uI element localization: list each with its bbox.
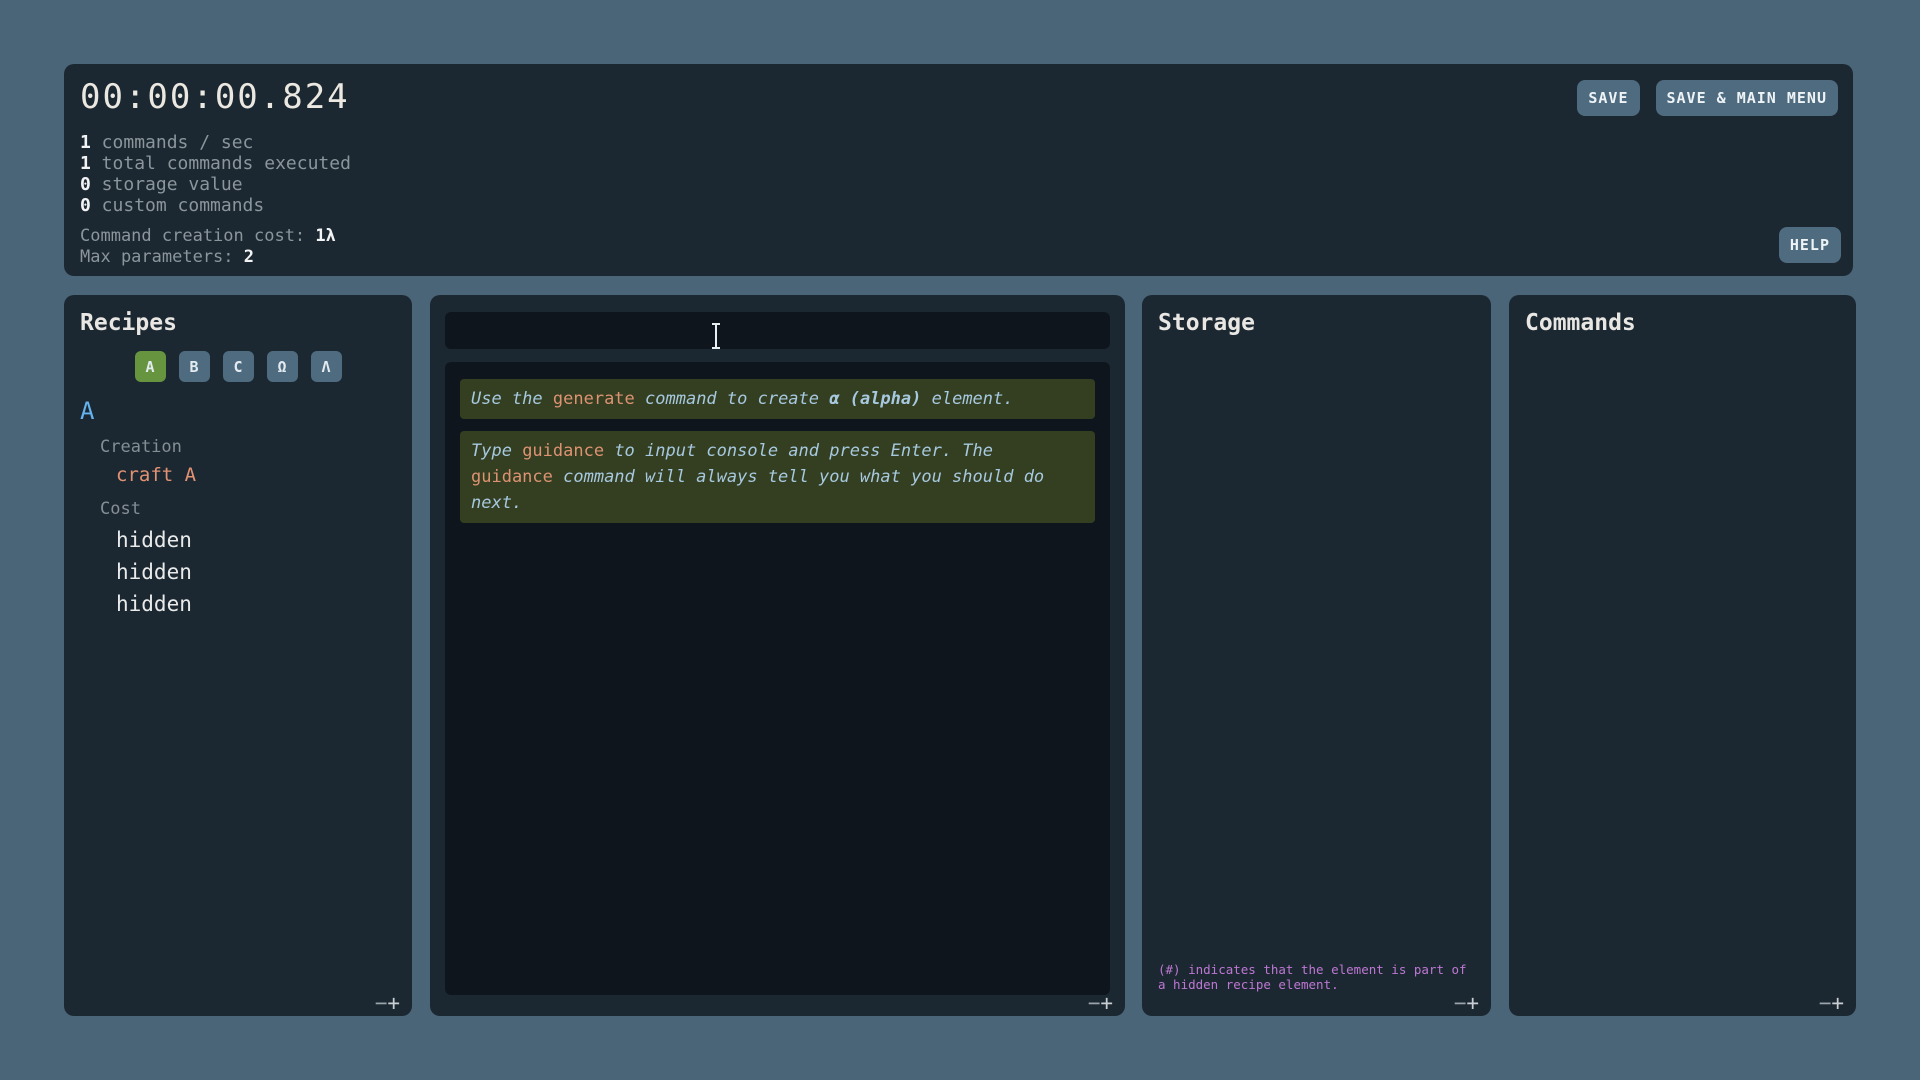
- console-message-list: Use the generate command to create α (al…: [460, 379, 1095, 523]
- recipe-item: hidden: [116, 593, 412, 615]
- stat-label: total commands executed: [91, 153, 351, 174]
- stat-line: 1 total commands executed: [80, 153, 1837, 174]
- recipe-item: craft A: [116, 464, 412, 486]
- zoom-out-button[interactable]: −: [1819, 991, 1832, 1015]
- meta-value: 2: [244, 247, 254, 267]
- zoom-in-button[interactable]: +: [1100, 991, 1113, 1015]
- recipe-item: hidden: [116, 561, 412, 583]
- meta-label: Command creation cost:: [80, 226, 315, 246]
- commands-zoom-controls: −+: [1819, 993, 1844, 1014]
- message-segment: command to create: [635, 389, 829, 409]
- console-output: Use the generate command to create α (al…: [445, 362, 1110, 995]
- stat-value: 1: [80, 153, 91, 174]
- stat-value: 1: [80, 132, 91, 153]
- stat-line: 0 storage value: [80, 174, 1837, 195]
- stats-list: 1 commands / sec1 total commands execute…: [80, 132, 1837, 216]
- message-segment: α (alpha): [829, 389, 921, 409]
- recipes-zoom-controls: −+: [375, 993, 400, 1014]
- recipe-filter-row: ABCΩΛ: [64, 351, 412, 382]
- stat-value: 0: [80, 195, 91, 216]
- commands-title: Commands: [1509, 295, 1856, 336]
- stat-line: 0 custom commands: [80, 195, 1837, 216]
- console-input[interactable]: [445, 312, 1110, 349]
- recipe-section-heading: Cost: [100, 499, 412, 519]
- header-buttons: SAVE SAVE & MAIN MENU: [1577, 80, 1838, 116]
- zoom-in-button[interactable]: +: [387, 991, 400, 1015]
- meta-line: Max parameters: 2: [80, 247, 1837, 268]
- meta-value: 1λ: [315, 226, 335, 246]
- filter-button-C[interactable]: C: [223, 351, 254, 382]
- console-message: Type guidance to input console and press…: [460, 431, 1095, 523]
- zoom-in-button[interactable]: +: [1466, 991, 1479, 1015]
- console-message: Use the generate command to create α (al…: [460, 379, 1095, 419]
- save-button[interactable]: SAVE: [1577, 80, 1639, 116]
- filter-button-B[interactable]: B: [179, 351, 210, 382]
- message-segment: guidance: [522, 441, 604, 461]
- filter-button-Ω[interactable]: Ω: [267, 351, 298, 382]
- game-background: { "header": { "timer": "00:00:00.824", "…: [0, 0, 1920, 1080]
- recipes-panel: Recipes ABCΩΛ A Creation craft A Cost hidde…: [64, 295, 412, 1016]
- meta-list: Command creation cost: 1λMax parameters:…: [80, 226, 1837, 268]
- header-panel: 00:00:00.824 1 commands / sec1 total com…: [64, 64, 1853, 276]
- message-segment: element.: [921, 389, 1013, 409]
- filter-button-Λ[interactable]: Λ: [311, 351, 342, 382]
- storage-hidden-note: (#) indicates that the element is part o…: [1158, 962, 1472, 992]
- zoom-out-button[interactable]: −: [1454, 991, 1467, 1015]
- message-segment: Type: [471, 441, 522, 461]
- stat-label: storage value: [91, 174, 243, 195]
- recipe-section-heading: Creation: [100, 437, 412, 457]
- message-segment: generate: [553, 389, 635, 409]
- storage-panel: Storage (#) indicates that the element i…: [1142, 295, 1491, 1016]
- meta-line: Command creation cost: 1λ: [80, 226, 1837, 247]
- stat-line: 1 commands / sec: [80, 132, 1837, 153]
- save-main-menu-button[interactable]: SAVE & MAIN MENU: [1656, 80, 1839, 116]
- help-button[interactable]: HELP: [1779, 227, 1841, 263]
- commands-panel: Commands −+: [1509, 295, 1856, 1016]
- message-segment: Use the: [471, 389, 553, 409]
- zoom-out-button[interactable]: −: [375, 991, 388, 1015]
- recipes-title: Recipes: [64, 295, 412, 336]
- console-panel: Use the generate command to create α (al…: [430, 295, 1125, 1016]
- recipe-item: hidden: [116, 529, 412, 551]
- stat-label: commands / sec: [91, 132, 254, 153]
- zoom-in-button[interactable]: +: [1831, 991, 1844, 1015]
- recipe-sections: Creation craft A Cost hidden hidden hidden: [64, 437, 412, 615]
- zoom-out-button[interactable]: −: [1088, 991, 1101, 1015]
- recipe-element-name: A: [80, 398, 412, 424]
- stat-label: custom commands: [91, 195, 264, 216]
- message-segment: to input console and press Enter. The: [604, 441, 993, 461]
- storage-title: Storage: [1142, 295, 1491, 336]
- filter-button-A[interactable]: A: [135, 351, 166, 382]
- meta-label: Max parameters:: [80, 247, 244, 267]
- message-segment: guidance: [471, 467, 553, 487]
- message-segment: command will always tell you what you sh…: [471, 467, 1044, 513]
- storage-zoom-controls: −+: [1454, 993, 1479, 1014]
- game-timer: 00:00:00.824: [80, 76, 1837, 118]
- console-zoom-controls: −+: [1088, 993, 1113, 1014]
- stat-value: 0: [80, 174, 91, 195]
